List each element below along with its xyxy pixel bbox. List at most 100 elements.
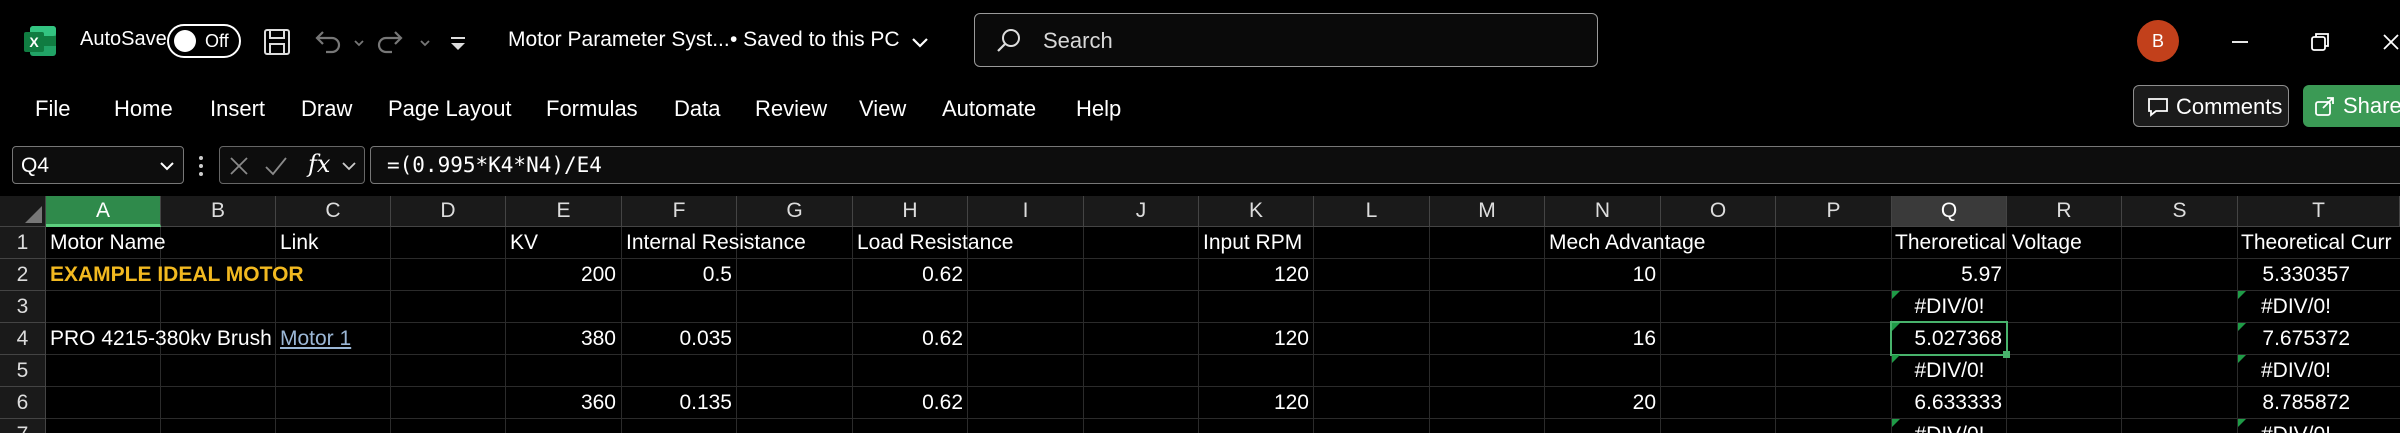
comments-button[interactable]: Comments — [2133, 85, 2289, 127]
column-header-n[interactable]: N — [1545, 196, 1661, 227]
tab-draw[interactable]: Draw — [301, 96, 352, 122]
enter-icon[interactable] — [264, 155, 288, 177]
cell-k1[interactable]: Input RPM — [1203, 227, 1302, 259]
tab-view[interactable]: View — [859, 96, 906, 122]
tab-insert[interactable]: Insert — [210, 96, 265, 122]
cell-h6[interactable]: 0.62 — [853, 387, 963, 419]
cell-f4[interactable]: 0.035 — [622, 323, 732, 355]
customize-qat-icon[interactable] — [438, 22, 474, 62]
cell-n6[interactable]: 20 — [1545, 387, 1656, 419]
redo-dropdown-chevron-icon[interactable] — [406, 22, 430, 62]
row-header-7[interactable]: 7 — [0, 419, 46, 433]
column-header-l[interactable]: L — [1314, 196, 1430, 227]
more-options-icon[interactable] — [196, 154, 206, 178]
row-header-2[interactable]: 2 — [0, 259, 46, 291]
row-header-1[interactable]: 1 — [0, 227, 46, 259]
tab-data[interactable]: Data — [674, 96, 720, 122]
search-box[interactable] — [974, 13, 1598, 67]
column-header-i[interactable]: I — [968, 196, 1084, 227]
cell-e4[interactable]: 380 — [506, 323, 616, 355]
column-header-t[interactable]: T — [2238, 196, 2400, 227]
select-all-corner[interactable] — [0, 196, 46, 227]
tab-review[interactable]: Review — [755, 96, 827, 122]
formula-input[interactable]: =(0.995*K4*N4)/E4 — [370, 146, 2400, 184]
cell-f1[interactable]: Internal Resistance — [626, 227, 806, 259]
column-header-g[interactable]: G — [737, 196, 853, 227]
share-button[interactable]: Share — [2303, 85, 2400, 127]
tab-help[interactable]: Help — [1076, 96, 1121, 122]
column-header-r[interactable]: R — [2007, 196, 2122, 227]
cell-q7[interactable]: #DIV/0! — [1892, 419, 2007, 433]
cancel-icon[interactable] — [228, 155, 250, 177]
cell-t7[interactable]: #DIV/0! — [2238, 419, 2354, 433]
cell-q6[interactable]: 6.633333 — [1892, 387, 2002, 419]
column-header-q[interactable]: Q — [1892, 196, 2007, 227]
cell-k2[interactable]: 120 — [1199, 259, 1309, 291]
cell-n4[interactable]: 16 — [1545, 323, 1656, 355]
column-header-c[interactable]: C — [276, 196, 391, 227]
cell-e1[interactable]: KV — [510, 227, 538, 259]
cell-c1[interactable]: Link — [280, 227, 319, 259]
row-header-3[interactable]: 3 — [0, 291, 46, 323]
cell-t3[interactable]: #DIV/0! — [2238, 291, 2354, 323]
row-header-4[interactable]: 4 — [0, 323, 46, 355]
restore-icon[interactable] — [2300, 22, 2340, 62]
undo-dropdown-chevron-icon[interactable] — [340, 22, 364, 62]
close-icon[interactable] — [2372, 22, 2400, 62]
cell-t5[interactable]: #DIV/0! — [2238, 355, 2354, 387]
cell-k6[interactable]: 120 — [1199, 387, 1309, 419]
tab-file[interactable]: File — [35, 96, 70, 122]
column-header-a[interactable]: A — [46, 196, 161, 227]
cell-a4[interactable]: PRO 4215-380kv Brush — [50, 323, 272, 355]
column-header-d[interactable]: D — [391, 196, 506, 227]
save-status[interactable]: • Saved to this PC — [730, 28, 900, 52]
column-header-h[interactable]: H — [853, 196, 968, 227]
column-header-m[interactable]: M — [1430, 196, 1545, 227]
cell-n2[interactable]: 10 — [1545, 259, 1656, 291]
cell-h4[interactable]: 0.62 — [853, 323, 963, 355]
cell-q1[interactable]: Theroretical Voltage — [1895, 227, 2082, 259]
cell-q3[interactable]: #DIV/0! — [1892, 291, 2007, 323]
cell-t6[interactable]: 8.785872 — [2238, 387, 2350, 419]
cell-e6[interactable]: 360 — [506, 387, 616, 419]
search-input[interactable] — [1043, 28, 1583, 54]
tab-home[interactable]: Home — [114, 96, 173, 122]
avatar[interactable]: B — [2137, 20, 2179, 62]
column-header-k[interactable]: K — [1199, 196, 1314, 227]
cell-a1[interactable]: Motor Name — [50, 227, 166, 259]
column-header-e[interactable]: E — [506, 196, 622, 227]
name-box[interactable]: Q4 — [12, 146, 184, 184]
cell-e2[interactable]: 200 — [506, 259, 616, 291]
column-header-p[interactable]: P — [1776, 196, 1892, 227]
spreadsheet-grid[interactable]: A B C D E F G H I J K L M N O P Q R S T … — [0, 196, 2400, 433]
save-icon[interactable] — [257, 22, 297, 62]
column-header-o[interactable]: O — [1661, 196, 1776, 227]
cell-f2[interactable]: 0.5 — [622, 259, 732, 291]
cell-f6[interactable]: 0.135 — [622, 387, 732, 419]
cell-t4[interactable]: 7.675372 — [2238, 323, 2350, 355]
cell-h1[interactable]: Load Resistance — [857, 227, 1013, 259]
column-header-j[interactable]: J — [1084, 196, 1199, 227]
cell-a2[interactable]: EXAMPLE IDEAL MOTOR — [50, 259, 304, 291]
column-header-s[interactable]: S — [2122, 196, 2238, 227]
tab-page-layout[interactable]: Page Layout — [388, 96, 512, 122]
cell-t1[interactable]: Theoretical Curr — [2241, 227, 2392, 259]
tab-automate[interactable]: Automate — [942, 96, 1036, 122]
row-header-5[interactable]: 5 — [0, 355, 46, 387]
column-header-b[interactable]: B — [161, 196, 276, 227]
cell-q2[interactable]: 5.97 — [1892, 259, 2002, 291]
cell-n1[interactable]: Mech Advantage — [1549, 227, 1705, 259]
cell-t2[interactable]: 5.330357 — [2238, 259, 2350, 291]
cell-k4[interactable]: 120 — [1199, 323, 1309, 355]
tab-formulas[interactable]: Formulas — [546, 96, 638, 122]
minimize-icon[interactable] — [2220, 22, 2260, 62]
column-header-f[interactable]: F — [622, 196, 737, 227]
cell-q5[interactable]: #DIV/0! — [1892, 355, 2007, 387]
document-title[interactable]: Motor Parameter Syst... — [508, 28, 730, 52]
chevron-down-icon[interactable] — [157, 157, 177, 175]
chevron-down-icon[interactable] — [340, 158, 358, 174]
cell-h2[interactable]: 0.62 — [853, 259, 963, 291]
cell-c4-link[interactable]: Motor 1 — [280, 323, 351, 355]
autosave-toggle[interactable]: Off — [167, 24, 241, 58]
chevron-down-icon[interactable] — [900, 22, 928, 62]
